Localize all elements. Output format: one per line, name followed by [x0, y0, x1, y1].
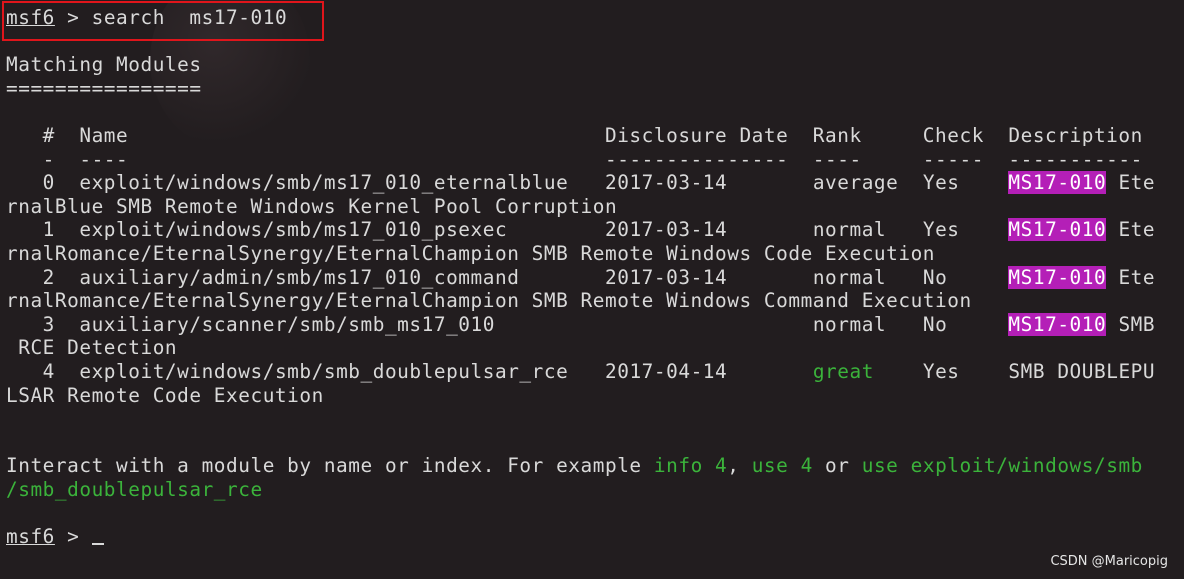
- cve-tag: MS17-010: [1008, 265, 1107, 289]
- command-text: search ms17-010: [91, 6, 288, 29]
- check: No: [898, 265, 1009, 289]
- description: SMB: [1106, 312, 1156, 336]
- row-number: 0: [6, 171, 80, 195]
- description: Ete: [1106, 265, 1156, 289]
- check: Yes: [898, 359, 1009, 383]
- rank: normal: [812, 218, 899, 242]
- description-wrap: LSAR Remote Code Execution: [6, 383, 324, 407]
- hint-separator: or: [812, 454, 862, 478]
- description: Ete: [1106, 218, 1156, 242]
- cve-tag: MS17-010: [1008, 218, 1107, 242]
- row-number: 1: [6, 218, 80, 242]
- disclosure-date: [605, 313, 813, 336]
- disclosure-date: 2017-04-14: [605, 359, 813, 383]
- description-wrap: rnalBlue SMB Remote Windows Kernel Pool …: [6, 194, 618, 218]
- description-wrap: RCE Detection: [6, 336, 178, 360]
- rank: average: [812, 171, 899, 195]
- prompt-label: msf6: [6, 525, 55, 549]
- module-row: 3 auxiliary/scanner/smb/smb_ms17_010 nor…: [6, 312, 1176, 337]
- module-name: exploit/windows/smb/ms17_010_psexec: [79, 218, 605, 242]
- module-table: 0 exploit/windows/smb/ms17_010_eternalbl…: [6, 171, 1176, 407]
- check: No: [898, 312, 1009, 336]
- row-number: 2: [6, 265, 80, 289]
- hint-separator: ,: [727, 454, 752, 478]
- description: Ete: [1106, 171, 1156, 195]
- check: Yes: [898, 171, 1009, 195]
- description-wrap: rnalRomance/EternalSynergy/EternalChampi…: [6, 289, 972, 313]
- description: SMB DOUBLEPU: [1008, 359, 1156, 383]
- text-cursor: [91, 525, 104, 546]
- disclosure-date: 2017-03-14: [605, 218, 813, 242]
- prompt-label: msf6: [6, 6, 55, 29]
- module-row: 4 exploit/windows/smb/smb_doublepulsar_r…: [6, 360, 1176, 384]
- rank: normal: [812, 265, 899, 289]
- module-name: exploit/windows/smb/ms17_010_eternalblue: [79, 171, 605, 195]
- disclosure-date: 2017-03-14: [605, 265, 813, 289]
- row-number: 3: [6, 312, 80, 336]
- column-headers: # Name Disclosure Date Rank Check Descri…: [6, 123, 1143, 147]
- input-prompt-line[interactable]: msf6 >: [6, 525, 1176, 549]
- terminal-output[interactable]: msf6 > search ms17-010 Matching Modules …: [6, 6, 1176, 549]
- row-number: 4: [6, 359, 80, 383]
- hint-line-wrap: /smb_doublepulsar_rce: [6, 477, 263, 501]
- module-name: exploit/windows/smb/smb_doublepulsar_rce: [79, 359, 605, 383]
- module-row: 2 auxiliary/admin/smb/ms17_010_command 2…: [6, 265, 1176, 290]
- rank: great: [812, 359, 899, 383]
- module-row: 1 exploit/windows/smb/ms17_010_psexec 20…: [6, 218, 1176, 242]
- cve-tag: MS17-010: [1008, 171, 1107, 195]
- description-wrap: rnalRomance/EternalSynergy/EternalChampi…: [6, 241, 936, 265]
- hint-prefix: Interact with a module by name or index.…: [6, 454, 654, 478]
- command-line: msf6 > search ms17-010: [6, 6, 1176, 30]
- results-heading: Matching Modules: [6, 53, 202, 77]
- rank: normal: [812, 312, 899, 336]
- watermark: CSDN @Maricopig: [1050, 554, 1168, 569]
- prompt-arrow: >: [54, 525, 92, 549]
- module-row: 0 exploit/windows/smb/ms17_010_eternalbl…: [6, 171, 1176, 195]
- check: Yes: [898, 218, 1009, 242]
- column-rules: - ---- --------------- ---- ----- ------…: [6, 147, 1143, 171]
- hint-line: Interact with a module by name or index.…: [6, 454, 1176, 478]
- module-name: auxiliary/scanner/smb/smb_ms17_010: [79, 312, 605, 336]
- cve-tag: MS17-010: [1008, 312, 1107, 336]
- hint-example-use-index: use 4: [751, 454, 813, 478]
- heading-rule: ================: [6, 76, 202, 100]
- hint-example-use-path: use exploit/windows/smb: [861, 454, 1143, 478]
- module-name: auxiliary/admin/smb/ms17_010_command: [79, 265, 605, 289]
- prompt-arrow: >: [54, 6, 92, 29]
- hint-example-info: info 4: [653, 454, 728, 478]
- disclosure-date: 2017-03-14: [605, 171, 813, 195]
